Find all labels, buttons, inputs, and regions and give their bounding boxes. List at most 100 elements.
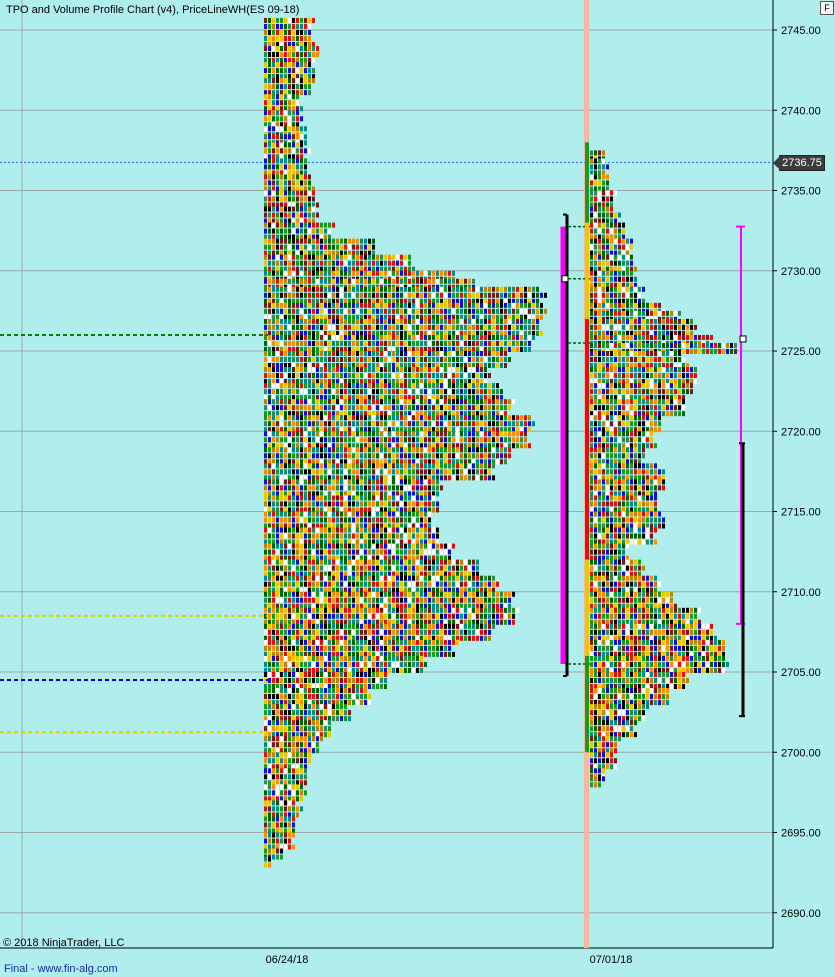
tpo-block — [456, 278, 459, 284]
tpo-block — [404, 431, 407, 437]
tpo-block — [376, 549, 379, 555]
tpo-block — [504, 363, 507, 368]
tpo-block — [264, 270, 267, 276]
tpo-block — [532, 286, 535, 292]
tpo-block — [296, 479, 299, 485]
tpo-block — [432, 623, 435, 629]
tpo-block — [364, 549, 367, 555]
tpo-block — [344, 389, 347, 395]
tpo-block — [360, 533, 363, 539]
tpo-block — [276, 389, 279, 395]
tpo-block — [488, 351, 491, 356]
tpo-block — [492, 308, 495, 314]
tpo-block — [328, 639, 331, 645]
tpo-block — [460, 469, 463, 475]
tpo-block — [304, 399, 307, 405]
tpo-block — [420, 292, 423, 298]
tpo-block — [480, 475, 483, 481]
tpo-block — [304, 228, 307, 234]
tpo-block — [292, 479, 295, 485]
tpo-block — [460, 421, 463, 427]
tpo-block — [288, 334, 291, 340]
tpo-block — [452, 623, 455, 629]
tpo-block — [340, 453, 343, 459]
tpo-block — [396, 260, 399, 266]
tpo-block — [408, 318, 411, 324]
tpo-block — [340, 292, 343, 298]
tpo-block — [392, 613, 395, 619]
tpo-block — [404, 447, 407, 453]
tpo-block — [352, 292, 355, 298]
tpo-block — [320, 351, 323, 356]
tpo-block — [352, 453, 355, 459]
tpo-block — [484, 421, 487, 427]
tpo-block — [308, 324, 311, 330]
tpo-block — [348, 549, 351, 555]
tpo-block — [332, 543, 335, 549]
tpo-block — [440, 651, 443, 657]
tpo-block — [312, 206, 315, 212]
tpo-block — [336, 340, 339, 346]
tpo-block — [344, 591, 347, 597]
tpo-block — [348, 399, 351, 405]
tpo-block — [332, 292, 335, 298]
tpo-block — [420, 639, 423, 645]
tpo-block — [276, 212, 279, 218]
tpo-block — [296, 485, 299, 491]
tpo-block — [396, 607, 399, 613]
tpo-block — [496, 389, 499, 395]
f-button[interactable]: F — [820, 1, 834, 15]
tpo-block — [376, 373, 379, 379]
tpo-block — [368, 549, 371, 555]
tpo-block — [328, 533, 331, 539]
tpo-block — [288, 351, 291, 356]
tpo-block — [396, 383, 399, 389]
tpo-block — [344, 549, 347, 555]
tpo-block — [308, 308, 311, 314]
tpo-block — [428, 405, 431, 411]
tpo-block — [352, 399, 355, 405]
tpo-block — [316, 46, 319, 52]
tpo-block — [432, 527, 435, 533]
tpo-block — [452, 575, 455, 581]
tpo-block — [364, 501, 367, 507]
tpo-block — [272, 23, 275, 29]
tpo-block — [340, 613, 343, 619]
tpo-block — [312, 415, 315, 421]
tpo-block — [348, 597, 351, 603]
tpo-block — [492, 351, 495, 356]
tpo-block — [376, 357, 379, 362]
tpo-block — [432, 645, 435, 651]
tpo-block — [284, 565, 287, 571]
tpo-block — [324, 645, 327, 651]
tpo-block — [508, 619, 511, 625]
tpo-block — [508, 447, 511, 453]
tpo-block — [276, 479, 279, 485]
tpo-block — [416, 495, 419, 501]
tpo-block — [392, 308, 395, 314]
tpo-block — [460, 629, 463, 635]
tpo-block — [296, 469, 299, 475]
tpo-block — [324, 591, 327, 597]
tpo-block — [324, 501, 327, 507]
tpo-block — [272, 597, 275, 603]
tpo-block — [424, 302, 427, 308]
tpo-block — [288, 126, 291, 132]
tpo-block — [456, 405, 459, 411]
tpo-block — [452, 629, 455, 635]
tpo-block — [376, 437, 379, 443]
tpo-block — [276, 565, 279, 571]
tpo-block — [312, 212, 315, 218]
tpo-block — [372, 501, 375, 507]
tpo-block — [336, 292, 339, 298]
tpo-block — [452, 399, 455, 405]
tpo-block — [292, 373, 295, 379]
tpo-block — [352, 607, 355, 613]
tpo-block — [316, 629, 319, 635]
tpo-block — [268, 84, 271, 90]
tpo-block — [356, 655, 359, 661]
tpo-block — [388, 527, 391, 533]
tpo-block — [472, 613, 475, 619]
tpo-block — [364, 351, 367, 356]
tpo-block — [372, 324, 375, 330]
